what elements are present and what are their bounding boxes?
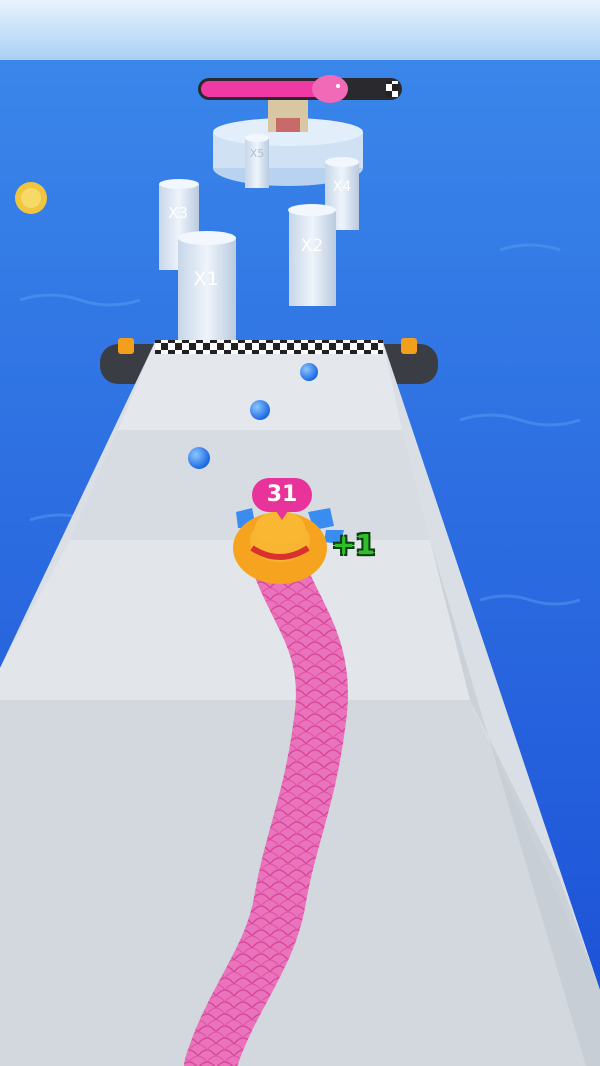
snake-length-counter: 31 xyxy=(252,478,312,520)
orb xyxy=(300,363,318,381)
finish-flag-icon xyxy=(386,81,398,97)
orb xyxy=(250,400,270,420)
sky xyxy=(0,0,600,70)
orb xyxy=(188,447,210,469)
pillar-x1: X1 xyxy=(178,231,236,348)
pillar-x2: X2 xyxy=(288,204,336,306)
pillar-label-x2: X2 xyxy=(301,236,323,256)
pillar-label-x3: X3 xyxy=(168,204,188,222)
pillar-label-x4: X4 xyxy=(333,179,352,195)
gold-coin-icon xyxy=(15,182,47,214)
pillar-label-x1: X1 xyxy=(193,268,218,290)
gain-popup: +1 xyxy=(332,528,375,561)
snake-head-icon xyxy=(312,75,348,103)
level-progress-bar xyxy=(198,75,402,103)
progress-fill xyxy=(201,81,330,97)
pillar-label-x5: X5 xyxy=(250,147,265,160)
finish-line xyxy=(155,340,383,354)
game-scene[interactable]: X5 X4 X3 X2 X1 xyxy=(0,0,600,1066)
pillar-x5: X5 xyxy=(245,134,269,188)
